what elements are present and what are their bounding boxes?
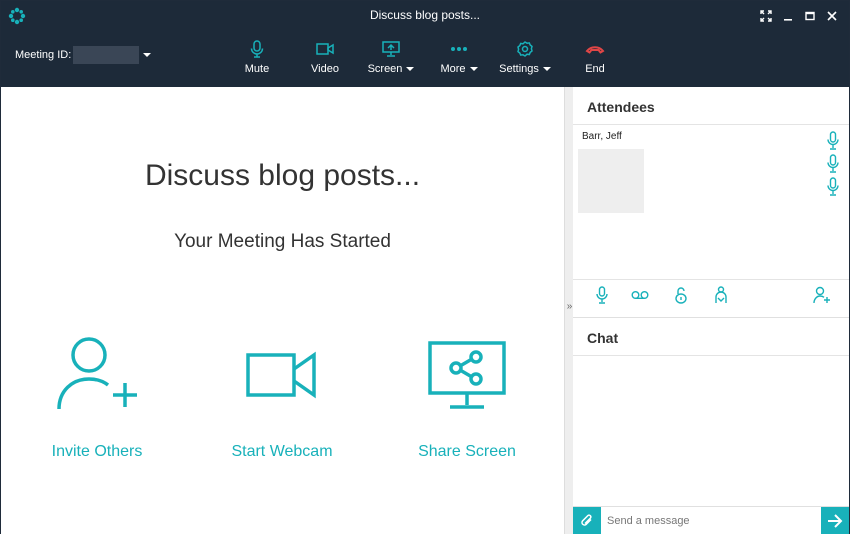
chevron-down-icon (143, 53, 152, 57)
attendee-name[interactable]: Barr, Jeff (582, 131, 622, 142)
meeting-title: Discuss blog posts... (144, 159, 421, 192)
chat-header: Chat (573, 318, 849, 356)
add-user-icon (17, 335, 177, 415)
fullscreen-icon[interactable] (755, 7, 777, 25)
send-button[interactable] (821, 507, 849, 534)
share-screen-button[interactable]: Share Screen (387, 335, 547, 461)
attendees-list: Barr, Jeff (573, 125, 849, 279)
video-button[interactable]: Video (305, 39, 345, 75)
meeting-id-label: Meeting ID: (15, 49, 72, 61)
close-icon[interactable] (821, 7, 843, 25)
settings-button[interactable]: Settings (499, 39, 551, 75)
microphone-icon[interactable] (827, 131, 839, 151)
chat-message-input[interactable] (607, 512, 812, 530)
title-bar: Discuss blog posts... (1, 1, 849, 31)
paperclip-icon (581, 514, 592, 526)
chevron-down-icon (469, 67, 478, 71)
meeting-id-selector[interactable]: Meeting ID: (15, 46, 152, 64)
chevron-down-icon (542, 67, 551, 71)
panel-splitter[interactable]: » (564, 87, 573, 534)
chat-input-bar (573, 506, 849, 534)
share-screen-icon (387, 335, 547, 415)
mute-button[interactable]: Mute (239, 39, 275, 75)
attach-button[interactable] (573, 507, 601, 534)
start-webcam-button[interactable]: Start Webcam (202, 335, 362, 461)
chevron-down-icon (406, 67, 415, 71)
attendee-names-redacted (578, 149, 644, 213)
attendees-header: Attendees (573, 87, 849, 125)
meeting-toolbar: Meeting ID: Mute Video Screen More Setti… (1, 31, 849, 87)
meeting-id-value-redacted (73, 46, 140, 64)
more-button[interactable]: More (439, 39, 479, 75)
meeting-main-area: Discuss blog posts... Your Meeting Has S… (1, 87, 564, 534)
invite-others-button[interactable]: Invite Others (17, 335, 177, 461)
chat-panel: Chat (573, 317, 849, 534)
microphone-icon[interactable] (593, 286, 611, 304)
microphone-icon[interactable] (827, 154, 839, 174)
side-panel: Attendees Barr, Jeff Chat Send a message (573, 87, 849, 534)
attendee-mic-column (827, 131, 839, 197)
microphone-icon (239, 39, 275, 59)
lock-icon[interactable] (672, 286, 690, 304)
microphone-icon[interactable] (827, 177, 839, 197)
start-webcam-label: Start Webcam (231, 443, 333, 460)
video-camera-icon (305, 39, 345, 59)
invite-others-label: Invite Others (51, 443, 143, 460)
maximize-icon[interactable] (799, 7, 821, 25)
attendee-actions-bar (573, 279, 849, 309)
meeting-status: Your Meeting Has Started (174, 231, 391, 252)
window-title: Discuss blog posts... (369, 8, 481, 22)
gear-icon (499, 39, 551, 59)
share-screen-label: Share Screen (418, 443, 516, 460)
add-user-icon[interactable] (813, 286, 831, 304)
presenter-icon[interactable] (712, 286, 730, 304)
end-call-icon (579, 39, 611, 59)
screen-button[interactable]: Screen (367, 39, 415, 75)
arrow-right-icon (828, 514, 843, 528)
meeting-window: Discuss blog posts... Meeting ID: Mute V… (0, 0, 850, 534)
screen-share-icon (367, 39, 415, 59)
webcam-icon (202, 335, 362, 415)
voicemail-icon[interactable] (631, 286, 649, 304)
end-call-button[interactable]: End (579, 39, 611, 75)
minimize-icon[interactable] (777, 7, 799, 25)
more-dots-icon (439, 39, 479, 59)
window-controls (755, 7, 843, 25)
